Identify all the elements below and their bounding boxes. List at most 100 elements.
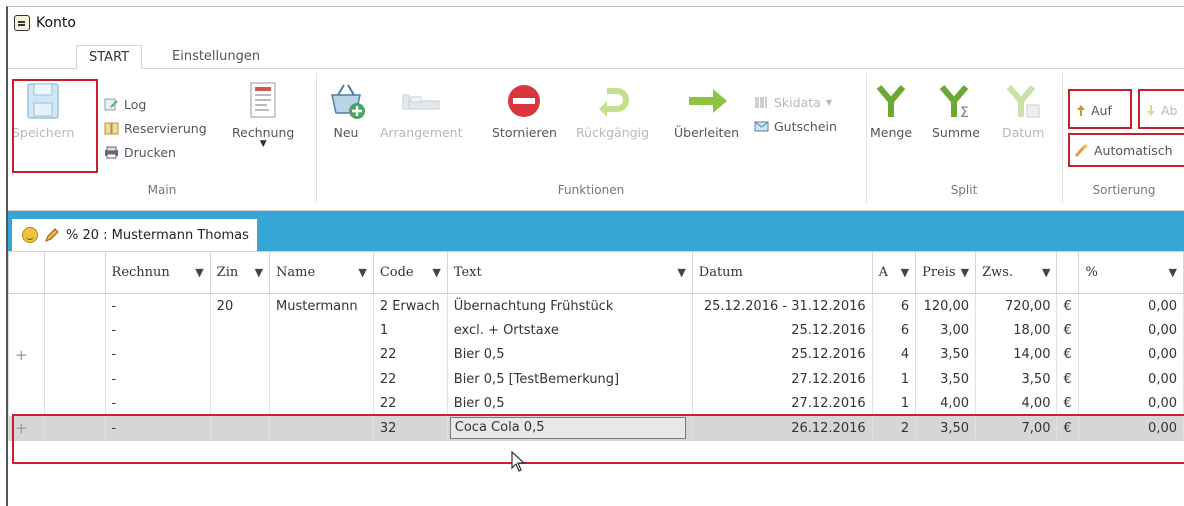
- highlight-sort-desc: [1138, 89, 1184, 129]
- anzahl-cell: 1: [871, 367, 917, 392]
- expand-cell[interactable]: [8, 318, 45, 343]
- konto-window: Konto START Einstellungen Speichern Log …: [6, 6, 1184, 506]
- chevron-down-icon: ▼: [825, 98, 832, 107]
- rechnung-cell: -: [104, 391, 211, 416]
- filter-icon[interactable]: ▼: [961, 266, 969, 279]
- anzahl-cell: 6: [871, 318, 917, 343]
- header-zws[interactable]: Zws. ▼: [975, 251, 1058, 294]
- datum-cell: 27.12.2016: [691, 391, 873, 416]
- zimmer-cell: 20: [209, 293, 271, 318]
- currency-cell: €: [1056, 391, 1080, 416]
- name-cell: [269, 391, 374, 416]
- percent-cell: 0,00: [1078, 318, 1184, 343]
- split-quantity-icon: [876, 85, 906, 117]
- smiley-icon: [22, 227, 38, 243]
- table-row[interactable]: -22 Bier 0,5 [TestBemerkung] 27.12.2016 1 3,…: [8, 367, 1184, 392]
- header-code[interactable]: Code ▼: [372, 251, 448, 294]
- new-button[interactable]: Neu: [326, 81, 366, 140]
- datum-cell: 25.12.2016: [691, 318, 873, 343]
- invoice-label: Rechnung: [232, 125, 295, 140]
- filter-icon[interactable]: ▼: [432, 266, 440, 279]
- blank-cell: [43, 391, 106, 416]
- filter-icon[interactable]: ▼: [195, 266, 203, 279]
- group-label-sort: Sortierung: [1092, 183, 1156, 197]
- expand-cell[interactable]: [8, 367, 45, 392]
- document-tab[interactable]: % 20 : Mustermann Thomas: [12, 219, 257, 251]
- title-bar: Konto: [8, 7, 1184, 39]
- group-label-functions: Funktionen: [557, 183, 625, 197]
- cancel-button[interactable]: Stornieren: [492, 81, 557, 140]
- undo-button[interactable]: Rückgängig: [576, 81, 649, 140]
- log-button[interactable]: Log: [104, 97, 146, 112]
- reservation-button[interactable]: Reservierung: [104, 121, 207, 136]
- zws-cell: 14,00: [975, 342, 1058, 367]
- name-cell: Mustermann: [269, 293, 374, 318]
- table-row[interactable]: + - 22 Bier 0,5 25.12.2016 4 3,50 14,00 €0,00: [8, 342, 1184, 367]
- header-percent[interactable]: % ▼: [1078, 251, 1184, 294]
- transfer-label: Überleiten: [674, 125, 740, 140]
- basket-add-icon: [331, 84, 365, 119]
- ribbon: Speichern Log Reservierung Drucken Rechn: [8, 69, 1184, 211]
- zimmer-cell: [209, 318, 271, 343]
- table-row[interactable]: -20 Mustermann 2 Erwach Übernachtung Frühst…: [8, 293, 1184, 318]
- preis-cell: 4,00: [915, 391, 977, 416]
- split-sum-label: Summe: [932, 125, 980, 140]
- filter-icon[interactable]: ▼: [677, 266, 685, 279]
- split-quantity-button[interactable]: Menge: [870, 81, 912, 140]
- transfer-button[interactable]: Überleiten: [674, 81, 739, 140]
- name-cell: [269, 342, 374, 367]
- table-row[interactable]: - 1 excl. + Ortstaxe 25.12.2016 6 3,00 18,00 €0…: [8, 318, 1184, 343]
- filter-icon[interactable]: ▼: [1169, 266, 1177, 279]
- header-name[interactable]: Name ▼: [269, 251, 374, 294]
- datum-cell: 27.12.2016: [691, 367, 873, 392]
- invoice-button[interactable]: Rechnung ▼: [232, 81, 295, 149]
- reservation-label: Reservierung: [124, 121, 207, 136]
- skidata-button[interactable]: Skidata ▼: [754, 95, 832, 110]
- undo-arrow-icon: [598, 88, 629, 117]
- header-anzahl[interactable]: A ▼: [871, 251, 917, 294]
- tab-einstellungen[interactable]: Einstellungen: [160, 45, 272, 70]
- percent-cell: 0,00: [1078, 391, 1184, 416]
- blank-cell: [43, 342, 106, 367]
- document-tab-label: % 20 : Mustermann Thomas: [66, 227, 249, 243]
- rechnung-cell: -: [104, 293, 211, 318]
- tab-start[interactable]: START: [76, 45, 143, 70]
- header-datum[interactable]: Datum: [691, 251, 873, 294]
- code-cell: 22: [372, 342, 448, 367]
- zimmer-cell: [209, 391, 271, 416]
- split-sum-button[interactable]: Σ Summe: [932, 81, 980, 140]
- filter-icon[interactable]: ▼: [358, 266, 366, 279]
- header-preis[interactable]: Preis ▼: [915, 251, 977, 294]
- preis-cell: 3,00: [915, 318, 977, 343]
- document-tab-bar: % 20 : Mustermann Thomas: [8, 211, 1184, 251]
- name-cell: [269, 367, 374, 392]
- barcode-icon: [755, 97, 767, 108]
- code-cell: 22: [372, 367, 448, 392]
- text-cell: Bier 0,5: [446, 342, 693, 367]
- arrangement-button[interactable]: Arrangement: [380, 81, 463, 140]
- filter-icon[interactable]: ▼: [901, 266, 909, 279]
- voucher-button[interactable]: Gutschein: [754, 119, 837, 134]
- printer-icon: [105, 146, 118, 159]
- split-date-label: Datum: [1002, 125, 1045, 140]
- expand-cell[interactable]: [8, 391, 45, 416]
- envelope-icon: [754, 121, 769, 132]
- no-entry-icon: [508, 85, 541, 117]
- header-zimmer[interactable]: Zin ▼: [209, 251, 271, 294]
- log-icon: [104, 98, 118, 111]
- split-date-button[interactable]: Datum: [1002, 81, 1044, 140]
- filter-icon[interactable]: ▼: [1042, 266, 1050, 279]
- currency-cell: €: [1056, 342, 1080, 367]
- expand-cell[interactable]: +: [8, 342, 45, 367]
- expand-icon[interactable]: +: [15, 346, 28, 364]
- account-grid: Rechnun ▼ Zin ▼ Name ▼ Code ▼ Text ▼ Datum A ▼…: [8, 251, 1184, 441]
- filter-icon[interactable]: ▼: [255, 266, 263, 279]
- header-text[interactable]: Text ▼: [446, 251, 693, 294]
- table-row[interactable]: -22 Bier 0,5 27.12.2016 1 4,00 4,00 €0,00: [8, 391, 1184, 416]
- header-rechnung[interactable]: Rechnun ▼: [104, 251, 211, 294]
- expand-cell[interactable]: [8, 293, 45, 318]
- print-button[interactable]: Drucken: [104, 145, 176, 160]
- svg-text:Σ: Σ: [960, 105, 969, 121]
- anzahl-cell: 4: [871, 342, 917, 367]
- name-cell: [269, 318, 374, 343]
